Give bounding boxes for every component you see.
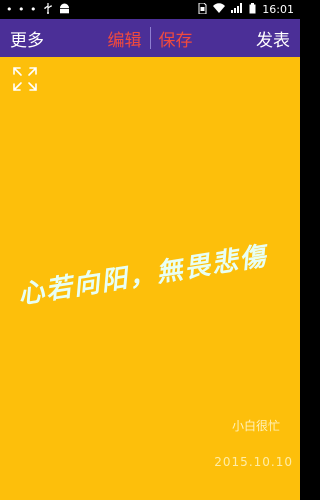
calligraphy-quote: 心若向阳，無畏悲傷 bbox=[16, 241, 272, 310]
button-divider bbox=[149, 27, 151, 49]
edit-button[interactable]: 编辑 bbox=[108, 19, 142, 57]
signature: 小白很忙 bbox=[231, 419, 280, 433]
date-stamp: 2015.10.10 bbox=[214, 455, 293, 469]
more-button[interactable]: 更多 bbox=[10, 19, 44, 57]
expand-icon bbox=[13, 67, 37, 91]
fullscreen-button[interactable] bbox=[11, 65, 39, 93]
usb-icon bbox=[43, 2, 53, 17]
publish-button[interactable]: 发表 bbox=[256, 19, 290, 57]
calligraphy-text: 心若向阳，無畏悲傷 bbox=[16, 241, 272, 310]
wifi-icon bbox=[213, 3, 226, 16]
sim-icon bbox=[198, 2, 207, 17]
android-icon bbox=[59, 3, 70, 17]
signal-icon bbox=[231, 3, 243, 16]
clock: 16:01 bbox=[262, 3, 294, 16]
status-right: 16:01 bbox=[198, 2, 294, 17]
notification-dots: • • • bbox=[6, 3, 38, 16]
status-bar: • • • 16:01 bbox=[0, 0, 300, 19]
edit-save-group: 编辑 保存 bbox=[0, 19, 300, 57]
status-left: • • • bbox=[6, 2, 70, 17]
battery-icon bbox=[249, 2, 256, 17]
note-editor-screen: • • • 16:01 更多 编辑 保存 发表 心若向阳，無畏悲傷 小白很忙 2… bbox=[0, 0, 300, 500]
save-button[interactable]: 保存 bbox=[159, 19, 193, 57]
app-bar: 更多 编辑 保存 发表 bbox=[0, 19, 300, 57]
